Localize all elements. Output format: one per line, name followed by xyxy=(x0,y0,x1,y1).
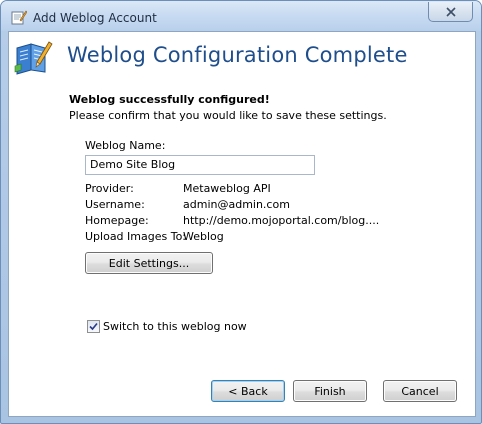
weblog-book-pencil-icon xyxy=(14,41,53,75)
weblog-name-label: Weblog Name: xyxy=(85,139,166,152)
username-value: admin@admin.com xyxy=(183,198,290,211)
cancel-button[interactable]: Cancel xyxy=(383,380,457,402)
dialog-client-area: Weblog Configuration Complete Weblog suc… xyxy=(8,31,476,417)
wizard-header: Weblog Configuration Complete xyxy=(9,32,475,82)
dialog-window: Add Weblog Account Weblog Configuration … xyxy=(0,0,482,424)
close-icon xyxy=(445,6,456,17)
title-bar[interactable]: Add Weblog Account xyxy=(1,1,481,31)
upload-images-value: Weblog xyxy=(183,230,224,243)
close-button[interactable] xyxy=(428,2,473,22)
confirm-text: Please confirm that you would like to sa… xyxy=(69,109,387,122)
upload-images-label: Upload Images To: xyxy=(85,230,187,243)
username-label: Username: xyxy=(85,198,145,211)
homepage-label: Homepage: xyxy=(85,214,149,227)
page-title: Weblog Configuration Complete xyxy=(67,43,408,67)
homepage-value: http://demo.mojoportal.com/blog.... xyxy=(183,214,380,227)
switch-weblog-checkbox[interactable] xyxy=(87,320,100,333)
finish-button[interactable]: Finish xyxy=(293,380,367,402)
checkmark-icon xyxy=(89,322,98,331)
weblog-name-input[interactable]: Demo Site Blog xyxy=(85,155,315,175)
back-button[interactable]: < Back xyxy=(211,380,285,402)
edit-settings-button[interactable]: Edit Settings... xyxy=(85,252,213,274)
success-heading: Weblog successfully configured! xyxy=(69,93,270,106)
switch-weblog-label[interactable]: Switch to this weblog now xyxy=(103,320,247,333)
provider-value: Metaweblog API xyxy=(183,182,271,195)
wizard-body: Weblog successfully configured! Please c… xyxy=(9,82,475,416)
provider-label: Provider: xyxy=(85,182,134,195)
weblog-app-icon xyxy=(11,10,27,25)
window-title: Add Weblog Account xyxy=(33,11,157,25)
